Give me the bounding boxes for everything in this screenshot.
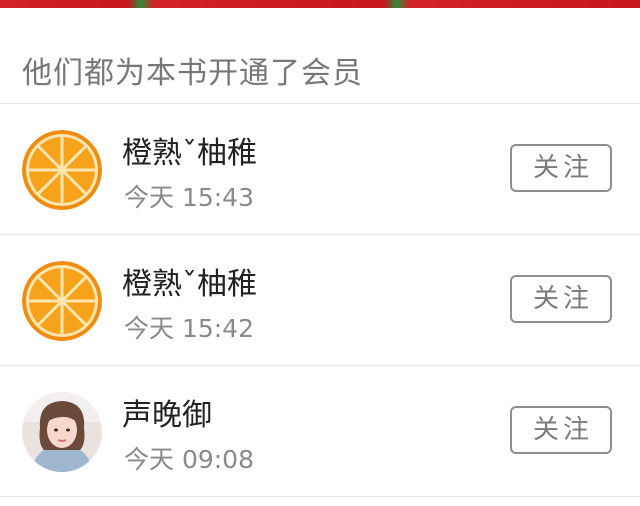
avatar[interactable] xyxy=(22,130,102,210)
member-list: 橙熟ˇ柚稚 今天 15:43 关注 橙熟ˇ柚稚 今天 15:42 关注 声晚御 … xyxy=(0,104,640,497)
follow-button[interactable]: 关注 xyxy=(510,275,612,323)
top-banner-strip xyxy=(0,0,640,8)
orange-slice-icon xyxy=(22,261,102,341)
orange-slice-icon xyxy=(22,130,102,210)
user-photo-icon xyxy=(22,392,102,472)
section-title: 他们都为本书开通了会员 xyxy=(22,56,363,91)
list-item[interactable]: 橙熟ˇ柚稚 今天 15:43 关注 xyxy=(0,104,640,235)
avatar[interactable] xyxy=(22,261,102,341)
member-name: 声晚御 xyxy=(122,398,212,433)
follow-button[interactable]: 关注 xyxy=(510,406,612,454)
member-name: 橙熟ˇ柚稚 xyxy=(122,136,257,171)
section-header: 他们都为本书开通了会员 xyxy=(0,8,640,104)
member-time: 今天 15:42 xyxy=(124,314,254,343)
list-item[interactable]: 橙熟ˇ柚稚 今天 15:42 关注 xyxy=(0,235,640,366)
avatar[interactable] xyxy=(22,392,102,472)
follow-button[interactable]: 关注 xyxy=(510,144,612,192)
member-time: 今天 15:43 xyxy=(124,183,254,212)
member-name: 橙熟ˇ柚稚 xyxy=(122,267,257,302)
list-item[interactable]: 声晚御 今天 09:08 关注 xyxy=(0,366,640,497)
member-time: 今天 09:08 xyxy=(124,445,254,474)
